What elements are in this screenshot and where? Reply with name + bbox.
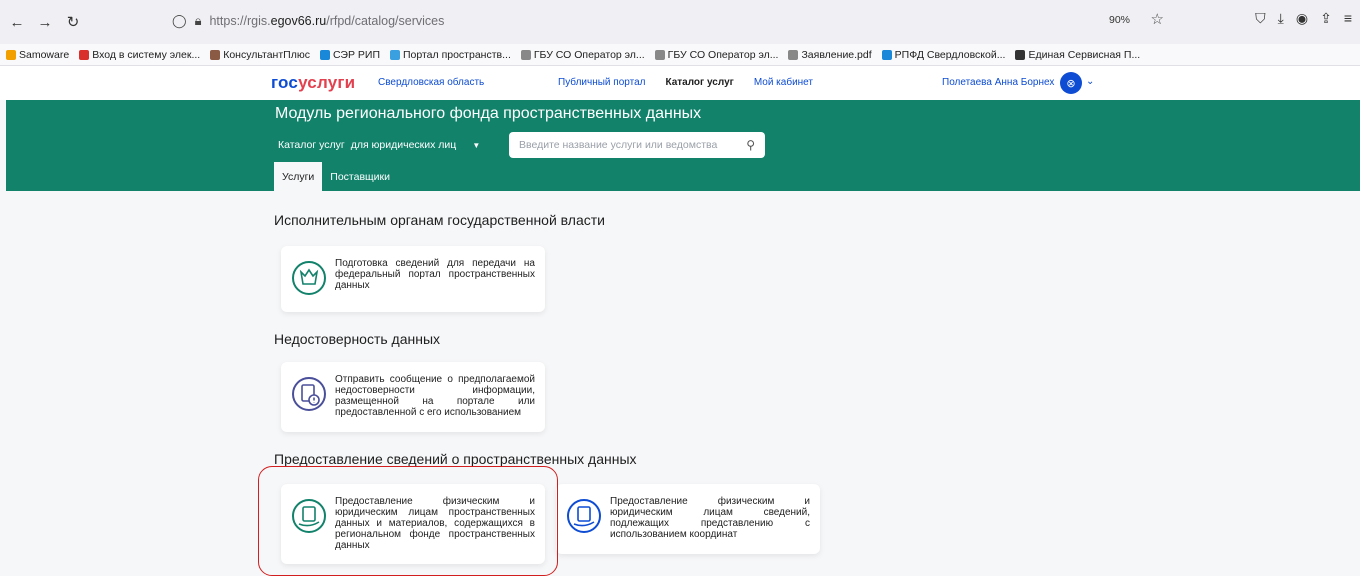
bookmark-label: Единая Сервисная П... [1028, 48, 1141, 61]
coordinates-document-icon [567, 499, 601, 533]
lock-icon[interactable]: 🔒︎ [195, 13, 202, 29]
bookmarks-bar: Samoware Вход в систему элек... Консультан… [0, 44, 1360, 66]
extension-icon[interactable]: ◉ [1296, 10, 1308, 27]
bookmark-item[interactable]: Samoware [6, 49, 69, 61]
service-card[interactable]: Подготовка сведений для передачи на феде… [281, 246, 545, 312]
warning-document-icon [292, 377, 326, 411]
bookmark-label: ГБУ СО Оператор эл... [667, 48, 779, 61]
catalog-label: Каталог услуг [278, 139, 345, 151]
section-title: Исполнительным органам государственной в… [274, 212, 605, 228]
section-title: Недостоверность данных [274, 331, 441, 347]
nav-public-portal[interactable]: Публичный портал [558, 77, 645, 88]
service-card[interactable]: Предоставление физическим и юридическим … [281, 484, 545, 564]
bookmark-item[interactable]: СЭР РИП [319, 48, 380, 61]
hand-document-icon [292, 499, 326, 533]
card-text: Подготовка сведений для передачи на феде… [335, 258, 535, 291]
share-icon[interactable]: ⇪ [1320, 10, 1332, 27]
search-input[interactable] [519, 139, 747, 151]
bookmark-favicon-icon [788, 49, 799, 60]
bookmark-label: Заявление.pdf [801, 48, 872, 61]
bookmark-label: КонсультантПлюс [223, 48, 310, 61]
search-icon[interactable]: ⚲ [746, 138, 755, 152]
tab-providers[interactable]: Поставщики [322, 162, 398, 191]
bookmark-label: СЭР РИП [332, 48, 380, 61]
back-arrow-icon[interactable]: ← [4, 14, 30, 31]
nav-service-catalog[interactable]: Каталог услуг [665, 77, 733, 88]
tabs: Услуги Поставщики [274, 162, 398, 191]
bookmark-item[interactable]: РПФД Свердловской... [881, 48, 1006, 61]
bookmark-favicon-icon [881, 49, 892, 60]
emblem-icon [292, 261, 326, 295]
bookmark-label: Samoware [19, 48, 70, 61]
shield-icon[interactable]: ◯ [172, 13, 187, 29]
module-banner: Модуль регионального фонда пространствен… [6, 100, 1360, 191]
bookmark-label: Вход в систему элек... [92, 48, 201, 61]
bookmark-label: Портал пространств... [403, 48, 511, 61]
bookmark-star-icon[interactable]: ☆ [1151, 10, 1164, 28]
bookmark-favicon-icon [210, 49, 221, 60]
bookmark-label: РПФД Свердловской... [894, 48, 1006, 61]
bookmark-item[interactable]: КонсультантПлюс [210, 49, 310, 61]
bookmark-favicon-icon [520, 49, 531, 60]
address-bar[interactable]: ◯ 🔒︎ https://rgis.egov66.ru/rfpd/catalog… [160, 5, 1160, 37]
avatar-icon[interactable]: ⊗ [1060, 72, 1082, 94]
section-title: Предоставление сведений о пространственн… [274, 451, 637, 467]
dropdown-arrow-icon[interactable]: ▼ [472, 141, 480, 150]
catalog-filter: Каталог услуг для юридических лиц ▼ [278, 139, 480, 151]
bookmark-favicon-icon [319, 49, 330, 60]
bookmark-favicon-icon [654, 49, 665, 60]
catalog-select[interactable]: для юридических лиц [351, 139, 457, 151]
download-icon[interactable]: ⤓ [1278, 10, 1284, 27]
browser-toolbar: ← → ↻ ◯ 🔒︎ https://rgis.egov66.ru/rfpd/c… [0, 0, 1360, 44]
bookmark-favicon-icon [1015, 49, 1026, 60]
card-text: Предоставление физическим и юридическим … [610, 496, 810, 540]
top-nav: Публичный портал Каталог услуг Мой кабин… [558, 77, 813, 88]
user-name[interactable]: Полетаева Анна Борнех [942, 77, 1054, 88]
bookmark-favicon-icon [390, 49, 400, 60]
bookmark-favicon-icon [6, 49, 16, 60]
service-card[interactable]: Отправить сообщение о предполагаемой нед… [281, 362, 545, 432]
zoom-level[interactable]: 90% [1109, 14, 1130, 26]
region-selector[interactable]: Свердловская область [378, 77, 484, 88]
gosuslugi-logo[interactable]: госуслуги [271, 73, 355, 93]
menu-icon[interactable]: ≡ [1344, 10, 1352, 27]
bookmark-item[interactable]: ГБУ СО Оператор эл... [520, 48, 645, 61]
bookmark-item[interactable]: ГБУ СО Оператор эл... [654, 48, 779, 61]
forward-arrow-icon[interactable]: → [32, 14, 58, 31]
nav-my-account[interactable]: Мой кабинет [754, 77, 813, 88]
pocket-icon[interactable]: ⛉ [1255, 10, 1266, 27]
page-title: Модуль регионального фонда пространствен… [275, 105, 702, 122]
card-text: Предоставление физическим и юридическим … [335, 496, 535, 551]
bookmark-item[interactable]: Единая Сервисная П... [1015, 49, 1140, 61]
reload-icon[interactable]: ↻ [60, 13, 86, 31]
bookmark-item[interactable]: Вход в систему элек... [79, 49, 200, 61]
tab-services[interactable]: Услуги [274, 162, 323, 191]
service-card[interactable]: Предоставление физическим и юридическим … [556, 484, 820, 554]
chevron-down-icon[interactable]: ⌄ [1086, 76, 1094, 87]
url-text[interactable]: https://rgis.egov66.ru/rfpd/catalog/serv… [209, 14, 444, 28]
bookmark-item[interactable]: Заявление.pdf [788, 48, 872, 61]
bookmark-label: ГБУ СО Оператор эл... [533, 48, 645, 61]
site-header: госуслуги Свердловская область Публичный… [0, 66, 1360, 100]
card-text: Отправить сообщение о предполагаемой нед… [335, 374, 535, 418]
bookmark-favicon-icon [79, 49, 90, 60]
search-box[interactable]: ⚲ [509, 132, 765, 158]
bookmark-item[interactable]: Портал пространств... [390, 49, 511, 61]
